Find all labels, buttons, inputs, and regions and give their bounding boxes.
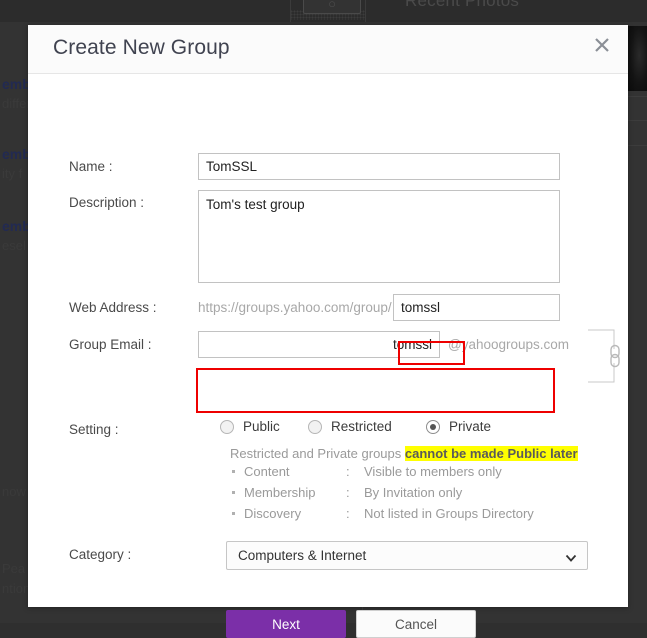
name-label: Name : [69, 159, 113, 174]
background-text-fragment: Pea [2, 561, 26, 576]
next-button[interactable]: Next [226, 610, 346, 638]
chain-link-icon [588, 323, 632, 389]
setting-detail-content-colon: : [346, 464, 350, 479]
background-text-fragment: esel [2, 238, 26, 253]
setting-warning-line: Restricted and Private groups cannot be … [228, 446, 598, 461]
setting-option-public-label: Public [243, 419, 280, 435]
background-text-fragment: emb [2, 146, 28, 162]
chevron-down-icon [565, 551, 577, 563]
background-text-fragment: now [2, 484, 26, 499]
setting-radio-group: Public Restricted Private [198, 418, 618, 440]
setting-detail-discovery-key: Discovery [244, 506, 302, 521]
setting-detail-discovery-value: Not listed in Groups Directory [364, 506, 534, 521]
background-recent-photos-title: Recent Photos [405, 0, 520, 10]
setting-label: Setting : [69, 422, 119, 437]
topbar-divider-right [365, 0, 366, 22]
setting-detail-content-key: Content [244, 464, 290, 479]
background-row-divider [628, 145, 647, 146]
web-address-input[interactable] [393, 294, 560, 321]
dialog-body: Name : Description : Web Address : https… [28, 74, 628, 638]
category-label: Category : [69, 547, 132, 562]
setting-option-restricted-label: Restricted [331, 419, 392, 435]
background-left-column: emb differ emb ity f emb esel now Pea ntion [0, 24, 28, 623]
setting-description-block: Restricted and Private groups cannot be … [228, 446, 598, 524]
background-search-box[interactable]: ○ [303, 0, 361, 14]
setting-detail-membership: Membership: By Invitation only [228, 482, 598, 503]
setting-option-private-label: Private [449, 419, 492, 435]
group-email-domain-suffix: @yahoogroups.com [448, 337, 570, 352]
setting-detail-membership-key: Membership [244, 485, 316, 500]
radio-restricted-dot[interactable] [308, 419, 322, 434]
description-textarea[interactable] [198, 190, 560, 283]
background-text-fragment: emb [2, 76, 28, 92]
description-label: Description : [69, 195, 145, 210]
radio-private-dot[interactable] [426, 419, 440, 434]
close-icon[interactable] [589, 32, 615, 58]
setting-detail-content: Content: Visible to members only [228, 461, 598, 482]
name-input[interactable] [198, 153, 560, 180]
background-text-fragment: ity f [2, 166, 23, 181]
background-text-fragment: emb [2, 218, 28, 234]
web-address-prefix: https://groups.yahoo.com/group/ [198, 300, 392, 315]
radio-public-dot[interactable] [220, 419, 234, 434]
group-email-input[interactable] [198, 331, 440, 358]
dialog-title: Create New Group [53, 36, 230, 59]
setting-detail-membership-colon: : [346, 485, 350, 500]
dialog-header: Create New Group [28, 25, 628, 74]
setting-detail-discovery: Discovery: Not listed in Groups Directory [228, 503, 598, 524]
background-text-fragment: ntion [2, 581, 28, 596]
background-photo-thumbnail [628, 26, 647, 91]
setting-option-private[interactable]: Private [426, 418, 491, 438]
cancel-button[interactable]: Cancel [356, 610, 476, 638]
page-root: ○ Recent Photos emb differ emb ity f emb esel… [0, 0, 647, 638]
category-select-value: Computers & Internet [238, 548, 367, 563]
setting-detail-content-value: Visible to members only [364, 464, 502, 479]
setting-option-public[interactable]: Public [220, 418, 280, 438]
background-text-fragment: differ [2, 96, 28, 111]
group-email-label: Group Email : [69, 337, 152, 352]
search-icon: ○ [328, 0, 336, 11]
create-new-group-dialog: Create New Group Name : Description : We… [28, 25, 628, 638]
setting-option-restricted[interactable]: Restricted [308, 418, 392, 438]
setting-warning-prefix: Restricted and Private groups [230, 446, 405, 461]
background-row-divider [628, 120, 647, 121]
setting-warning-highlight: cannot be made Public later [404, 446, 578, 461]
category-select[interactable]: Computers & Internet [226, 541, 588, 570]
setting-detail-discovery-colon: : [346, 506, 350, 521]
setting-detail-membership-value: By Invitation only [364, 485, 463, 500]
background-row-divider [628, 96, 647, 97]
web-address-label: Web Address : [69, 300, 157, 315]
